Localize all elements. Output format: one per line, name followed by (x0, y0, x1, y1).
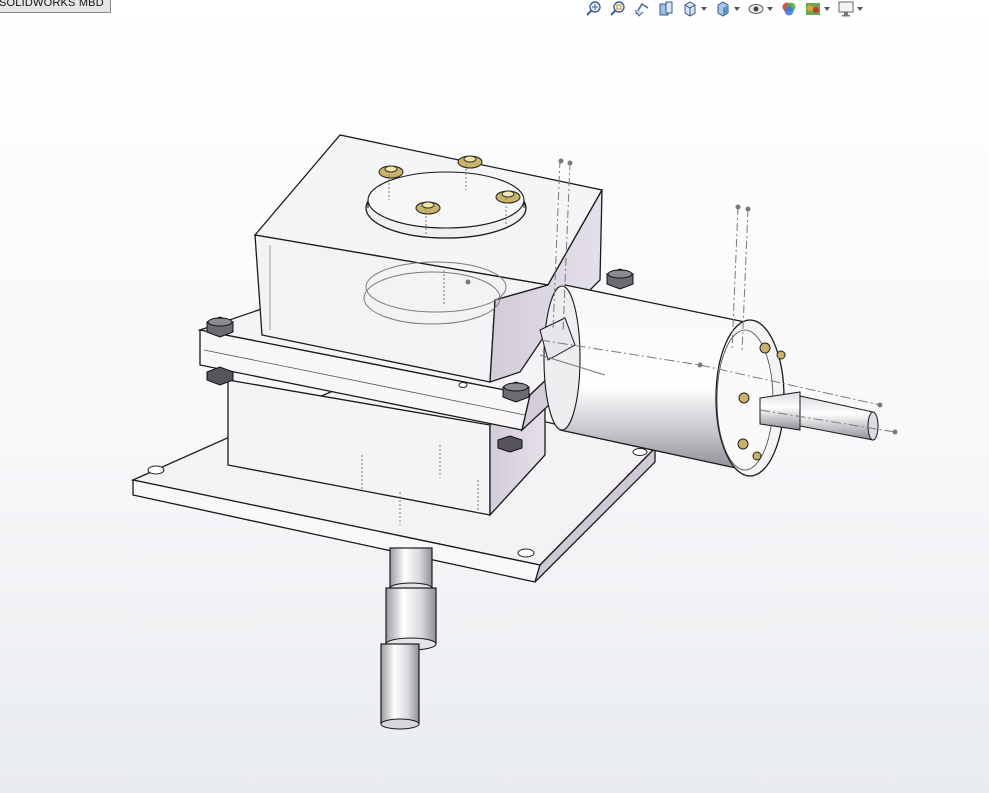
cover-bolt[interactable] (378, 165, 404, 179)
vertical-output-shaft[interactable] (380, 547, 437, 730)
graphics-area[interactable] (0, 0, 989, 793)
cover-bolt[interactable] (415, 201, 441, 215)
cover-bolt[interactable] (495, 190, 521, 204)
top-cover[interactable] (365, 171, 527, 239)
flange-bolt[interactable] (606, 268, 634, 290)
cover-bolt[interactable] (457, 155, 483, 169)
